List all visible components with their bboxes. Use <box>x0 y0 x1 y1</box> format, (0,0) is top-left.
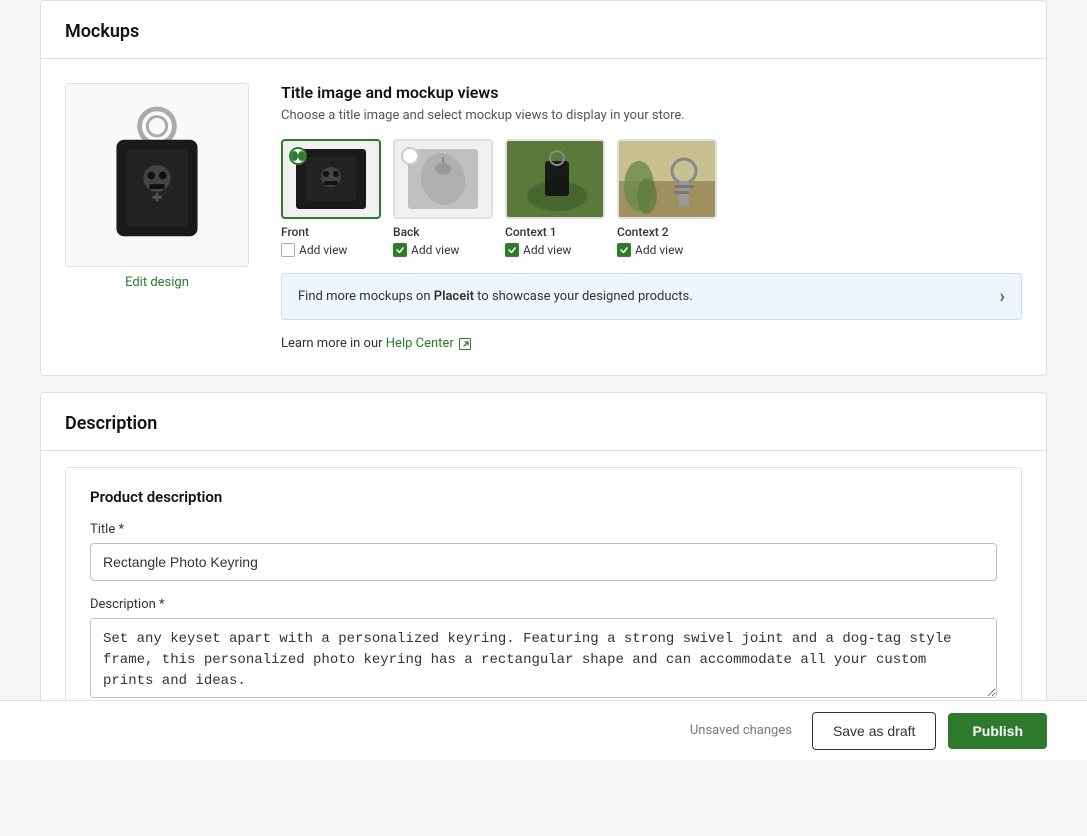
desc-textarea[interactable] <box>90 618 997 698</box>
product-description-card: Product description Title * Description … <box>65 467 1022 723</box>
title-input[interactable] <box>90 543 997 581</box>
thumb-back-add-view[interactable]: Add view <box>393 243 459 257</box>
mockups-section-title: Mockups <box>65 21 1022 42</box>
help-center-prefix: Learn more in our <box>281 336 386 351</box>
thumb-context1-img <box>507 141 605 219</box>
product-desc-title: Product description <box>90 488 997 506</box>
thumb-back-add-view-label: Add view <box>411 243 459 257</box>
placeit-banner[interactable]: Find more mockups on Placeit to showcase… <box>281 273 1022 320</box>
thumb-context2-label: Context 2 <box>617 225 669 239</box>
thumb-item-context1: Context 1 Add view <box>505 139 605 257</box>
thumb-context2-wrapper[interactable] <box>617 139 717 219</box>
title-label: Title * <box>90 522 997 537</box>
edit-design-link[interactable]: Edit design <box>125 267 189 294</box>
mockup-thumbnails: Front Add view <box>281 139 1022 257</box>
thumb-front-checkbox[interactable] <box>281 243 295 257</box>
mockups-content: Edit design Title image and mockup views… <box>41 59 1046 375</box>
thumb-front-add-view-label: Add view <box>299 243 347 257</box>
bottom-bar: Unsaved changes Save as draft Publish <box>0 700 1087 760</box>
save-draft-button[interactable]: Save as draft <box>812 712 937 750</box>
thumb-item-context2: Context 2 Add view <box>617 139 717 257</box>
desc-label: Description * <box>90 597 997 612</box>
thumb-item-front: Front Add view <box>281 139 381 257</box>
thumb-back-wrapper[interactable] <box>393 139 493 219</box>
mockup-views-title: Title image and mockup views <box>281 83 1022 102</box>
placeit-prefix: Find more mockups on <box>298 289 434 304</box>
placeit-chevron-icon: › <box>1000 286 1005 307</box>
placeit-suffix: to showcase your designed products. <box>474 289 693 304</box>
thumb-context1-checkbox[interactable] <box>505 243 519 257</box>
mockup-right-panel: Title image and mockup views Choose a ti… <box>281 83 1022 351</box>
thumb-context1-add-view-label: Add view <box>523 243 571 257</box>
thumb-context2-img <box>619 141 717 219</box>
thumb-context2-checkbox[interactable] <box>617 243 631 257</box>
thumb-context2-add-view-label: Add view <box>635 243 683 257</box>
mockup-main-preview <box>65 83 249 267</box>
description-section-title: Description <box>65 413 1022 434</box>
thumb-context2-add-view[interactable]: Add view <box>617 243 683 257</box>
help-center-link[interactable]: Help Center <box>386 336 471 351</box>
description-section-header: Description <box>41 393 1046 451</box>
external-link-icon <box>459 338 471 350</box>
mockups-section: Mockups <box>40 0 1047 376</box>
thumb-front-radio[interactable] <box>289 147 307 165</box>
placeit-brand: Placeit <box>434 289 474 304</box>
mockups-section-header: Mockups <box>41 1 1046 59</box>
thumb-context1-add-view[interactable]: Add view <box>505 243 571 257</box>
thumb-front-label: Front <box>281 225 309 239</box>
thumb-back-checkbox[interactable] <box>393 243 407 257</box>
mockup-views-subtitle: Choose a title image and select mockup v… <box>281 108 1022 123</box>
description-section: Description Product description Title * … <box>40 392 1047 740</box>
publish-button[interactable]: Publish <box>948 713 1047 749</box>
placeit-banner-text: Find more mockups on Placeit to showcase… <box>298 289 693 304</box>
mockup-preview-column: Edit design <box>65 83 249 294</box>
thumb-front-add-view[interactable]: Add view <box>281 243 347 257</box>
thumb-context1-label: Context 1 <box>505 225 557 239</box>
help-center-label: Help Center <box>386 336 454 351</box>
desc-textarea-wrapper <box>90 618 997 702</box>
thumb-back-label: Back <box>393 225 420 239</box>
thumb-item-back: Back Add view <box>393 139 493 257</box>
thumb-context1-wrapper[interactable] <box>505 139 605 219</box>
help-center-row: Learn more in our Help Center <box>281 336 1022 351</box>
unsaved-changes-text: Unsaved changes <box>690 723 792 738</box>
thumb-back-radio[interactable] <box>401 147 419 165</box>
keyring-svg <box>97 105 217 245</box>
thumb-front-wrapper[interactable] <box>281 139 381 219</box>
